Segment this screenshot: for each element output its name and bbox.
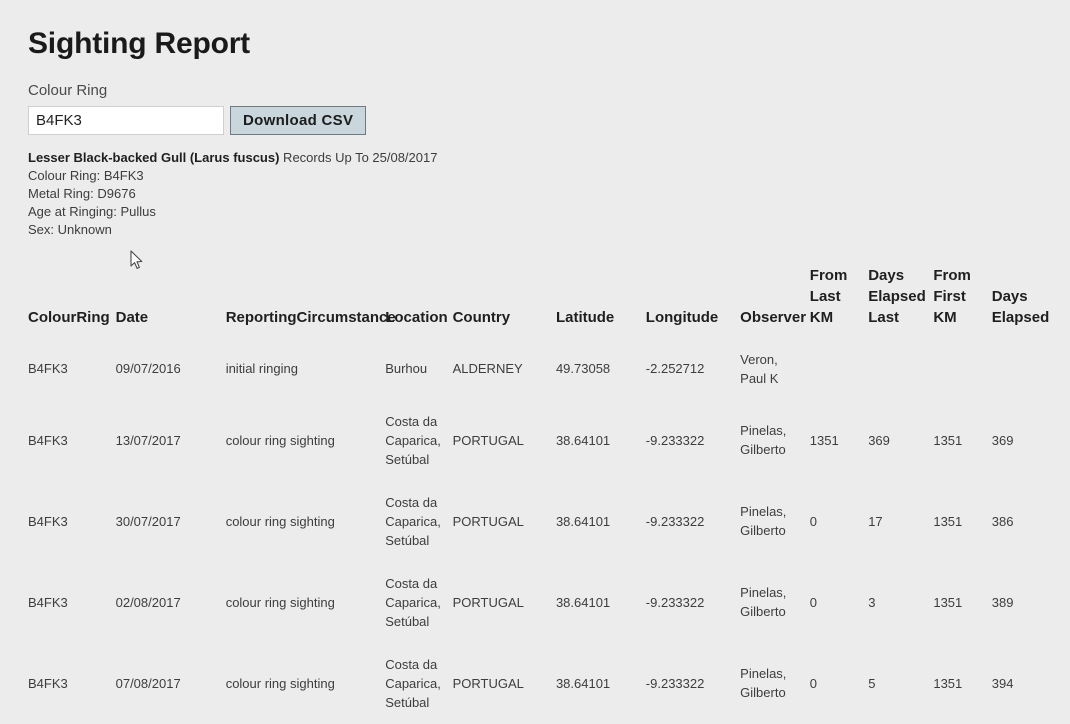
cell-date: 30/07/2017 — [115, 513, 181, 529]
col-header-location: Location — [385, 308, 448, 326]
cell-observer: Pinelas, Gilberto — [740, 504, 787, 538]
cell-longitude: -9.233322 — [645, 675, 705, 691]
cell-date: 13/07/2017 — [115, 432, 181, 448]
cell-longitude: -2.252712 — [645, 361, 705, 376]
cell-from-last-km: 0 — [809, 513, 818, 529]
colour-ring-value: Colour Ring: B4FK3 — [28, 167, 144, 183]
cell-colour-ring: B4FK3 — [28, 513, 68, 529]
col-header-latitude: Latitude — [555, 308, 615, 326]
cell-from-last-km — [810, 338, 868, 400]
species-name: Lesser Black-backed Gull (Larus fuscus) — [28, 149, 280, 165]
cell-from-first-km: 1351 — [933, 675, 963, 691]
cell-latitude: 38.64101 — [555, 432, 611, 448]
cell-from-last-km: 0 — [809, 594, 818, 610]
cell-days-elapsed: 386 — [991, 513, 1014, 529]
cell-latitude: 38.64101 — [555, 675, 611, 691]
cell-reporting-circumstance: initial ringing — [225, 361, 298, 376]
table-row: B4FK3 02/08/2017 colour ring sighting Costa… — [28, 562, 1066, 643]
table-row: B4FK3 09/07/2016 initial ringing Burhou ALDE… — [28, 338, 1066, 400]
cell-from-first-km: 1351 — [933, 513, 963, 529]
table-body: B4FK3 09/07/2016 initial ringing Burhou ALDE… — [28, 338, 1066, 724]
cell-from-last-km: 1351 — [809, 432, 839, 448]
cell-reporting-circumstance: colour ring sighting — [225, 594, 335, 610]
cell-days-elapsed-last: 369 — [868, 432, 890, 448]
cell-date: 07/08/2017 — [115, 675, 181, 691]
cell-from-first-km — [933, 338, 991, 400]
cell-observer: Pinelas, Gilberto — [740, 666, 787, 700]
cell-observer: Veron, Paul K — [740, 351, 779, 386]
cell-days-elapsed-last: 5 — [868, 675, 876, 691]
page-title: Sighting Report — [28, 27, 250, 60]
cell-country: PORTUGAL — [452, 432, 524, 448]
table-row: B4FK3 07/08/2017 colour ring sighting Costa… — [28, 643, 1066, 724]
cell-reporting-circumstance: colour ring sighting — [225, 513, 335, 529]
sightings-table: ColourRing Date ReportingCircumstance Lo… — [28, 265, 1066, 724]
cell-observer: Pinelas, Gilberto — [740, 585, 787, 619]
cell-date: 09/07/2016 — [115, 361, 181, 376]
cell-location: Costa da Caparica, Setúbal — [385, 656, 441, 710]
cell-days-elapsed-last: 3 — [868, 594, 876, 610]
col-header-country: Country — [452, 308, 511, 326]
table-head: ColourRing Date ReportingCircumstance Lo… — [28, 265, 1066, 338]
table-row: B4FK3 13/07/2017 colour ring sighting Costa… — [28, 400, 1066, 481]
cell-colour-ring: B4FK3 — [28, 675, 68, 691]
cell-from-first-km: 1351 — [933, 432, 963, 448]
cell-days-elapsed-last: 17 — [868, 513, 883, 529]
cell-days-elapsed: 389 — [991, 594, 1014, 610]
cell-days-elapsed-last — [868, 338, 933, 400]
age-at-ringing-value: Age at Ringing: Pullus — [28, 203, 156, 219]
cell-location: Costa da Caparica, Setúbal — [385, 413, 441, 467]
col-header-date: Date — [115, 308, 149, 326]
colour-ring-input[interactable] — [28, 105, 224, 135]
col-header-reporting-circumstance: ReportingCircumstance — [225, 308, 396, 326]
col-header-from-last-km: From Last KM — [809, 266, 848, 326]
cell-latitude: 38.64101 — [555, 594, 611, 610]
cell-location: Costa da Caparica, Setúbal — [385, 494, 441, 548]
cell-longitude: -9.233322 — [645, 594, 705, 610]
table-row: B4FK3 30/07/2017 colour ring sighting Costa… — [28, 481, 1066, 562]
records-up-to: Records Up To 25/08/2017 — [279, 149, 438, 165]
cell-colour-ring: B4FK3 — [28, 361, 68, 376]
cell-country: PORTUGAL — [452, 594, 524, 610]
bird-metadata: Lesser Black-backed Gull (Larus fuscus) … — [28, 149, 1070, 239]
table-header-row: ColourRing Date ReportingCircumstance Lo… — [28, 265, 1066, 338]
col-header-days-elapsed-last: Days Elapsed Last — [868, 266, 926, 326]
cell-country: PORTUGAL — [452, 675, 524, 691]
col-header-longitude: Longitude — [645, 308, 719, 326]
cell-location: Burhou — [385, 361, 428, 376]
cell-latitude: 49.73058 — [555, 361, 611, 376]
cell-reporting-circumstance: colour ring sighting — [225, 432, 335, 448]
cell-country: ALDERNEY — [452, 361, 523, 376]
col-header-observer: Observer — [740, 308, 807, 326]
colour-ring-label: Colour Ring — [28, 81, 108, 99]
cell-colour-ring: B4FK3 — [28, 594, 68, 610]
download-csv-button[interactable]: Download CSV — [230, 105, 367, 135]
cell-colour-ring: B4FK3 — [28, 432, 68, 448]
cell-reporting-circumstance: colour ring sighting — [225, 675, 335, 691]
cell-days-elapsed: 394 — [991, 675, 1014, 691]
report-page: Sighting Report Colour Ring Download CSV… — [0, 0, 1070, 724]
cell-observer: Pinelas, Gilberto — [740, 423, 787, 457]
cell-from-last-km: 0 — [809, 675, 818, 691]
col-header-days-elapsed: Days Elapsed — [991, 287, 1050, 326]
cell-longitude: -9.233322 — [645, 432, 705, 448]
cell-location: Costa da Caparica, Setúbal — [385, 575, 441, 629]
cell-longitude: -9.233322 — [645, 513, 705, 529]
cell-from-first-km: 1351 — [933, 594, 963, 610]
col-header-from-first-km: From First KM — [933, 266, 971, 326]
col-header-colour-ring: ColourRing — [28, 308, 110, 326]
cell-latitude: 38.64101 — [555, 513, 611, 529]
species-line: Lesser Black-backed Gull (Larus fuscus) … — [28, 149, 1070, 167]
cell-days-elapsed: 369 — [991, 432, 1014, 448]
sex-value: Sex: Unknown — [28, 221, 112, 237]
cell-days-elapsed — [992, 338, 1066, 400]
metal-ring-value: Metal Ring: D9676 — [28, 185, 136, 201]
search-form-row: Download CSV — [28, 105, 1070, 135]
cell-date: 02/08/2017 — [115, 594, 181, 610]
cell-country: PORTUGAL — [452, 513, 524, 529]
